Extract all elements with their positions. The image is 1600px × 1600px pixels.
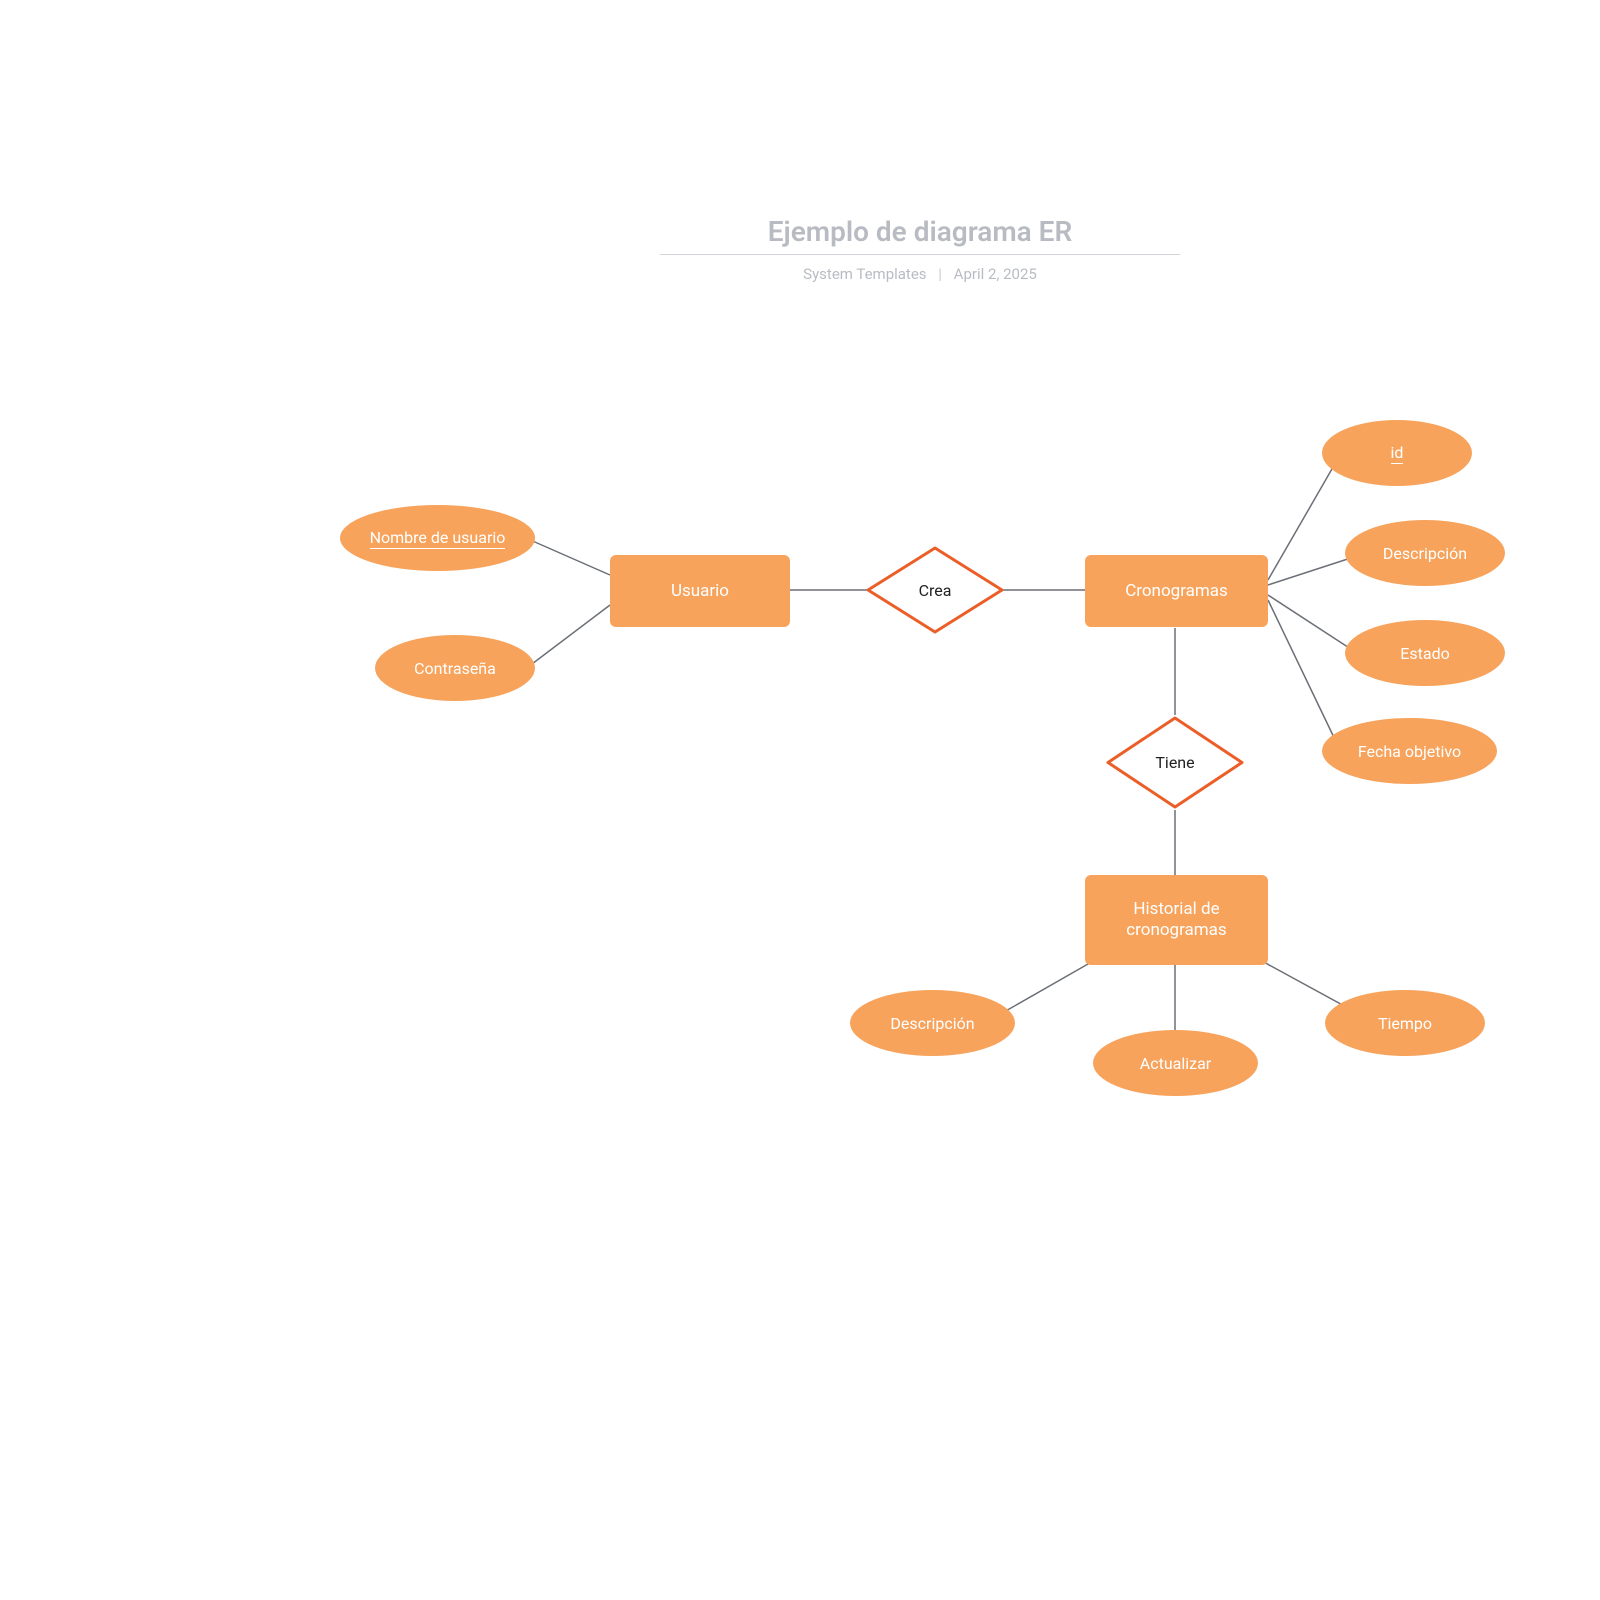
entity-usuario[interactable]: Usuario	[610, 555, 790, 627]
attribute-usuario-contrasena[interactable]: Contraseña	[375, 635, 535, 701]
entity-historial-label: Historial de cronogramas	[1093, 899, 1260, 942]
attribute-usuario-contrasena-label: Contraseña	[414, 659, 496, 678]
entity-historial[interactable]: Historial de cronogramas	[1085, 875, 1268, 965]
relationship-crea-label: Crea	[919, 581, 952, 600]
diagram-header: Ejemplo de diagrama ER System Templates …	[640, 215, 1200, 283]
attribute-usuario-nombre-label: Nombre de usuario	[370, 528, 506, 549]
edge-usuario-contrasena	[528, 605, 610, 667]
attribute-crono-descripcion[interactable]: Descripción	[1345, 520, 1505, 586]
attribute-hist-descripcion-label: Descripción	[890, 1014, 974, 1033]
attribute-crono-fecha[interactable]: Fecha objetivo	[1322, 718, 1497, 784]
attribute-hist-actualizar-label: Actualizar	[1140, 1054, 1211, 1073]
attribute-crono-descripcion-label: Descripción	[1383, 544, 1467, 563]
diagram-date: April 2, 2025	[954, 265, 1037, 283]
attribute-hist-tiempo[interactable]: Tiempo	[1325, 990, 1485, 1056]
attribute-crono-estado[interactable]: Estado	[1345, 620, 1505, 686]
attribute-crono-estado-label: Estado	[1400, 644, 1449, 663]
er-diagram-canvas: Ejemplo de diagrama ER System Templates …	[0, 0, 1600, 1600]
attribute-crono-id-label: id	[1391, 443, 1404, 464]
entity-cronogramas-label: Cronogramas	[1125, 581, 1228, 601]
diagram-author: System Templates	[803, 265, 926, 283]
relationship-tiene[interactable]: Tiene	[1105, 715, 1245, 810]
attribute-crono-fecha-label: Fecha objetivo	[1358, 742, 1461, 761]
relationship-crea[interactable]: Crea	[865, 545, 1005, 635]
attribute-hist-descripcion[interactable]: Descripción	[850, 990, 1015, 1056]
relationship-tiene-label: Tiene	[1155, 753, 1194, 772]
entity-usuario-label: Usuario	[671, 581, 729, 601]
diagram-subtitle: System Templates | April 2, 2025	[640, 265, 1200, 283]
diagram-title: Ejemplo de diagrama ER	[660, 215, 1180, 255]
edge-crono-id	[1268, 455, 1340, 580]
subtitle-divider: |	[938, 265, 942, 283]
attribute-crono-id[interactable]: id	[1322, 420, 1472, 486]
attribute-hist-actualizar[interactable]: Actualizar	[1093, 1030, 1258, 1096]
edge-crono-fecha	[1268, 600, 1340, 750]
entity-cronogramas[interactable]: Cronogramas	[1085, 555, 1268, 627]
attribute-usuario-nombre[interactable]: Nombre de usuario	[340, 505, 535, 571]
attribute-hist-tiempo-label: Tiempo	[1378, 1014, 1432, 1033]
edge-usuario-nombre	[528, 539, 610, 575]
